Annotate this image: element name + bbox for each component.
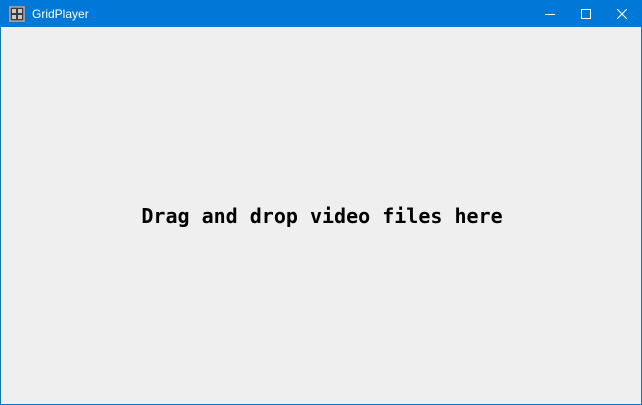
drop-hint-text: Drag and drop video files here	[141, 204, 503, 228]
minimize-icon	[545, 9, 555, 19]
title-bar[interactable]: GridPlayer	[1, 1, 641, 27]
maximize-button[interactable]	[567, 1, 605, 27]
drop-zone[interactable]: Drag and drop video files here	[1, 27, 641, 404]
close-icon	[617, 9, 627, 19]
close-button[interactable]	[603, 1, 641, 27]
app-window: GridPlayer Drag and drop video files her…	[0, 0, 642, 405]
window-title: GridPlayer	[32, 7, 89, 21]
maximize-icon	[581, 9, 591, 19]
minimize-button[interactable]	[531, 1, 569, 27]
grid-film-icon[interactable]	[9, 6, 25, 22]
